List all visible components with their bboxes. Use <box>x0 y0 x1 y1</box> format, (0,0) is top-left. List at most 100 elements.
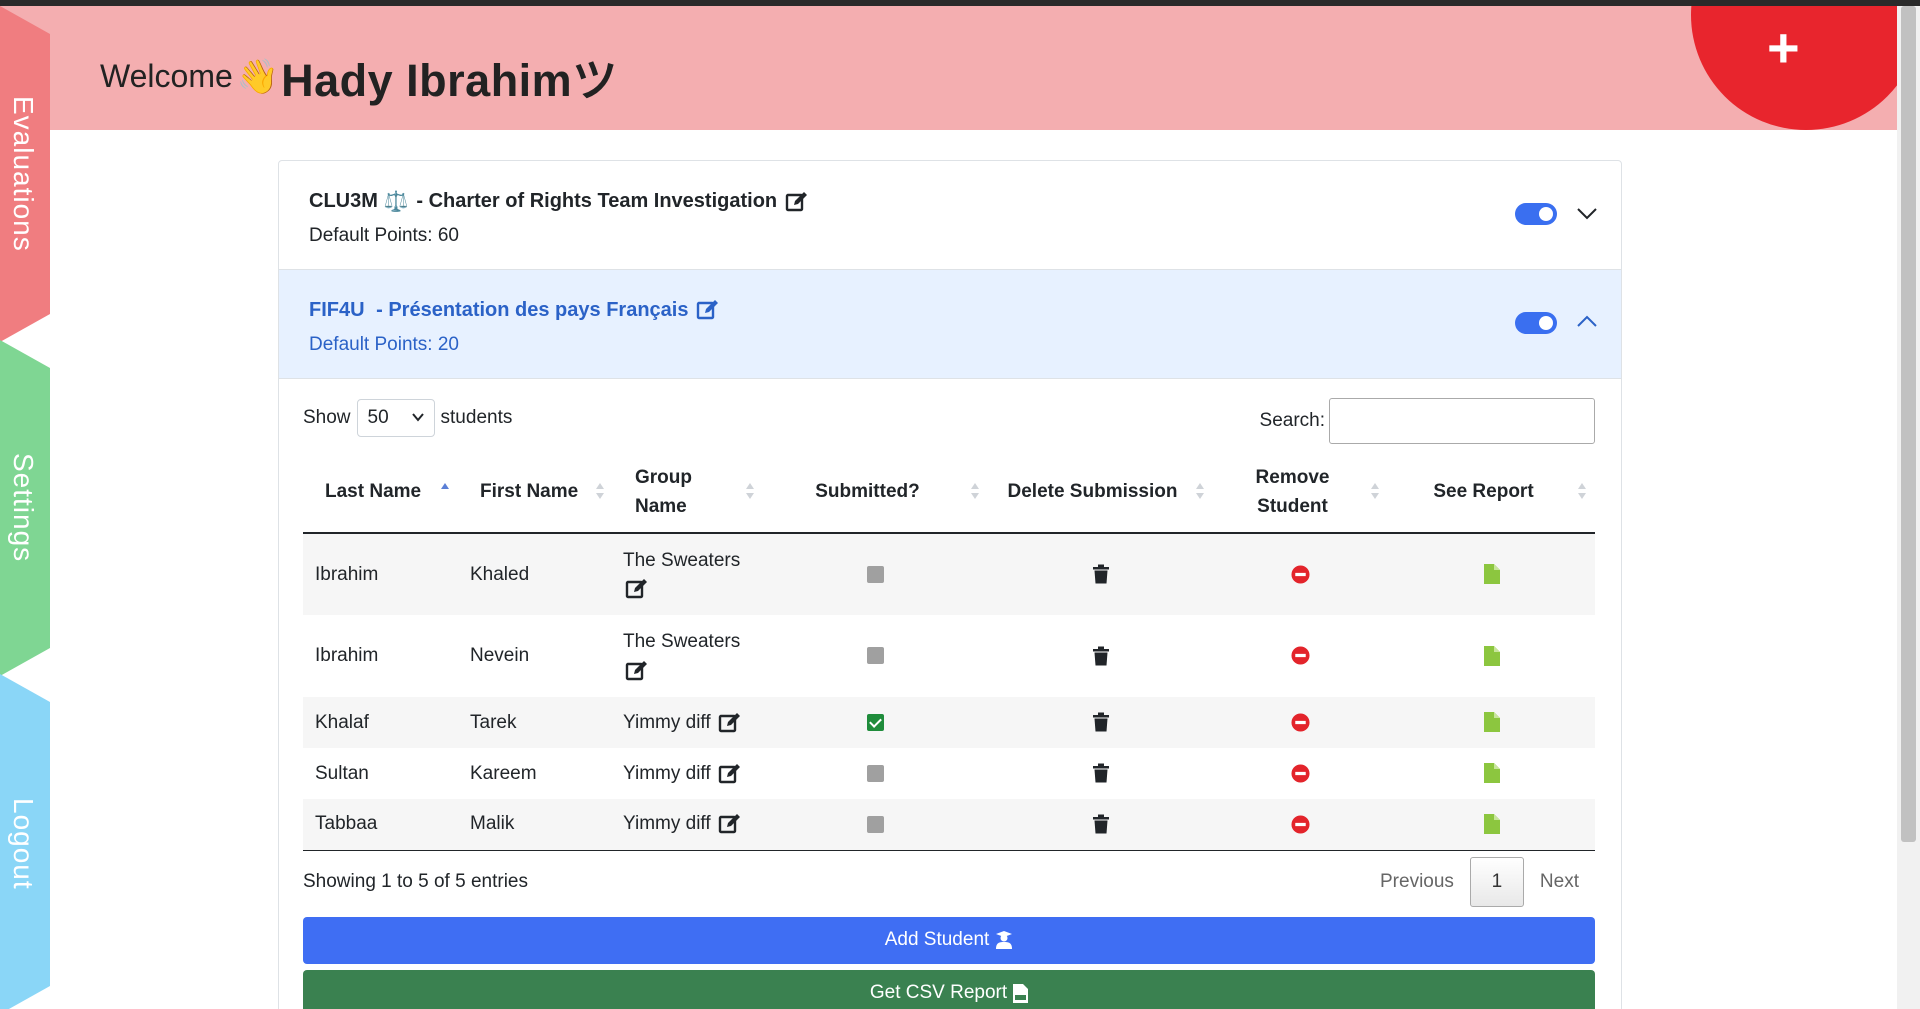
search-control: Search: <box>1260 398 1595 444</box>
evaluation-item-clu3m[interactable]: CLU3M ⚖️ - Charter of Rights Team Invest… <box>279 161 1621 270</box>
scrollbar-thumb[interactable] <box>1901 6 1916 842</box>
edit-icon[interactable] <box>625 659 649 683</box>
trash-icon[interactable] <box>1092 646 1110 666</box>
column-header-see-report[interactable]: See Report <box>1388 451 1595 534</box>
cell-delete-submission <box>988 533 1213 615</box>
cell-submitted <box>763 697 988 748</box>
csv-report-label: Get CSV Report <box>869 982 1008 1003</box>
cell-first-name: Malik <box>458 799 613 851</box>
group-name-text: The Sweaters <box>623 549 741 571</box>
chevron-up-icon[interactable] <box>1575 310 1599 334</box>
submitted-checkbox[interactable] <box>867 815 884 833</box>
cell-first-name: Khaled <box>470 563 530 585</box>
remove-circle-icon[interactable] <box>1291 646 1310 666</box>
submitted-checkbox[interactable] <box>867 764 884 782</box>
file-report-icon[interactable] <box>1483 712 1500 733</box>
sidebar-tab-settings[interactable]: Settings <box>0 340 50 676</box>
remove-circle-icon[interactable] <box>1291 565 1310 584</box>
column-header-submitted[interactable]: Submitted? <box>763 451 988 534</box>
cell-see-report <box>1388 697 1595 748</box>
column-header-delete-submission[interactable]: Delete Submission <box>988 451 1213 534</box>
column-header-remove-student[interactable]: Remove Student <box>1213 451 1388 534</box>
edit-icon[interactable] <box>785 190 809 214</box>
evaluation-course-code: FIF4U <box>309 298 365 321</box>
column-header-label: Delete Submission <box>1007 481 1178 502</box>
cell-see-report <box>1388 615 1595 697</box>
table-header-row: Last Name First Name Group Name Submitte… <box>303 451 1595 534</box>
page-button-current[interactable]: 1 <box>1469 856 1524 907</box>
sidebar-tab-label: Settings <box>8 453 39 563</box>
add-evaluation-button[interactable]: + <box>1691 6 1897 130</box>
column-header-group-name[interactable]: Group Name <box>613 451 763 534</box>
edit-icon[interactable] <box>625 577 649 601</box>
plus-icon: + <box>1767 16 1800 79</box>
cell-submitted <box>763 799 988 851</box>
edit-icon[interactable] <box>718 812 742 836</box>
evaluation-item-fif4u[interactable]: FIF4U - Présentation des pays Français D… <box>279 270 1621 379</box>
sort-icon <box>971 483 979 499</box>
table-row: Tabbaa Malik Yimmy diff <box>303 799 1595 851</box>
evaluation-course-code: CLU3M <box>309 190 378 212</box>
sort-icon <box>1196 483 1204 499</box>
file-report-icon[interactable] <box>1483 763 1500 784</box>
evaluation-enabled-toggle[interactable] <box>1515 203 1557 225</box>
table-controls: Show 50 students Search: <box>303 381 1595 451</box>
table-row: Khalaf Tarek Yimmy diff <box>303 697 1595 748</box>
chevron-down-icon[interactable] <box>1575 201 1599 225</box>
cell-first-name: Nevein <box>470 645 530 666</box>
column-header-last-name[interactable]: Last Name <box>303 451 458 534</box>
show-label: Show <box>303 407 351 428</box>
column-header-label: Last Name <box>325 481 422 502</box>
file-report-icon[interactable] <box>1483 645 1500 666</box>
sidebar-tab-logout[interactable]: Logout <box>0 674 50 1009</box>
column-header-label: Group <box>635 466 692 488</box>
remove-circle-icon[interactable] <box>1291 764 1310 783</box>
file-report-icon[interactable] <box>1483 564 1500 585</box>
cell-remove-student <box>1213 799 1388 851</box>
previous-page-button[interactable]: Previous <box>1364 857 1470 907</box>
page-size-control: Show 50 students <box>303 399 512 437</box>
submitted-checkbox[interactable] <box>867 647 884 665</box>
column-header-first-name[interactable]: First Name <box>458 451 613 534</box>
add-student-button[interactable]: Add Student <box>303 916 1595 964</box>
cell-submitted <box>763 615 988 697</box>
group-name-text: Yimmy diff <box>623 711 711 733</box>
trash-icon[interactable] <box>1092 712 1110 732</box>
group-name-text: Yimmy diff <box>623 762 711 784</box>
page-size-select[interactable]: 50 <box>356 399 435 437</box>
remove-circle-icon[interactable] <box>1291 815 1310 834</box>
scales-emoji-icon: ⚖️ <box>383 191 409 213</box>
sort-icon <box>1371 483 1379 499</box>
submitted-checkbox[interactable] <box>867 565 884 583</box>
evaluation-title: FIF4U - Présentation des pays Français <box>309 298 720 322</box>
evaluation-enabled-toggle[interactable] <box>1515 312 1557 334</box>
page-scrollbar[interactable] <box>1897 6 1920 1009</box>
remove-circle-icon[interactable] <box>1291 713 1310 732</box>
cell-last-name: Khalaf <box>315 711 369 733</box>
next-page-button[interactable]: Next <box>1524 857 1595 907</box>
trash-icon[interactable] <box>1092 814 1110 834</box>
evaluations-accordion: CLU3M ⚖️ - Charter of Rights Team Invest… <box>278 160 1622 1009</box>
cell-delete-submission <box>988 615 1213 697</box>
submitted-checkbox-checked[interactable] <box>867 713 884 731</box>
edit-icon[interactable] <box>696 298 720 322</box>
welcome-heading: Welcome 👋 Hady Ibrahimツ <box>100 44 618 109</box>
evaluation-default-points: Default Points: 60 <box>309 225 459 246</box>
cell-group-name: Yimmy diff <box>613 799 763 851</box>
sidebar-tab-label: Evaluations <box>8 96 39 252</box>
cell-remove-student <box>1213 748 1388 799</box>
edit-icon[interactable] <box>718 711 742 735</box>
group-name-text: Yimmy diff <box>623 813 711 835</box>
user-name: Hady Ibrahimツ <box>281 55 618 106</box>
trash-icon[interactable] <box>1092 564 1110 584</box>
search-input[interactable] <box>1329 398 1595 444</box>
edit-icon[interactable] <box>718 762 742 786</box>
cell-see-report <box>1388 533 1595 615</box>
trash-icon[interactable] <box>1092 763 1110 783</box>
csv-report-button[interactable]: Get CSV Report <box>303 969 1595 1009</box>
sidebar-tab-evaluations[interactable]: Evaluations <box>0 6 50 342</box>
file-report-icon[interactable] <box>1483 814 1500 835</box>
cell-remove-student <box>1213 697 1388 748</box>
table-footer: Showing 1 to 5 of 5 entries Previous 1 N… <box>303 851 1595 915</box>
cell-first-name: Tarek <box>470 711 517 733</box>
